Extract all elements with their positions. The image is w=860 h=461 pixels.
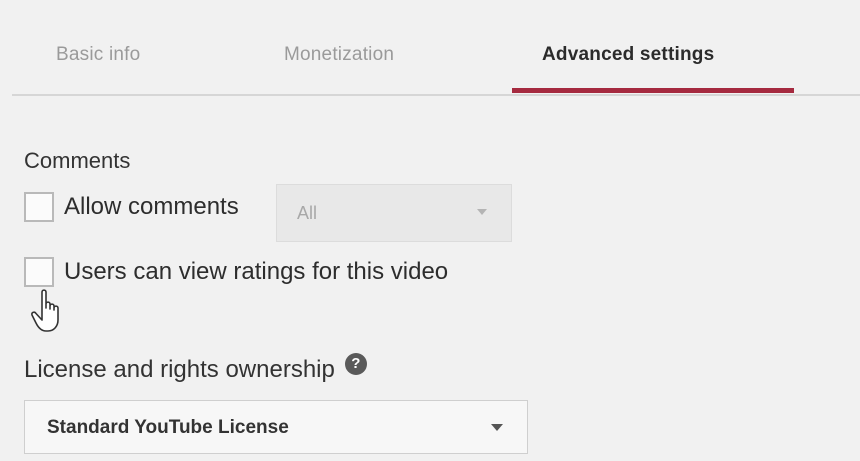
hand-pointer-icon bbox=[31, 289, 59, 332]
comments-filter-value: All bbox=[297, 203, 318, 223]
tab-basic-info[interactable]: Basic info bbox=[56, 44, 140, 66]
question-circle-icon[interactable]: ? bbox=[344, 353, 367, 375]
license-title-text: License and rights ownership bbox=[24, 356, 335, 383]
chevron-down-icon bbox=[491, 424, 503, 431]
ratings-visibility-checkbox[interactable] bbox=[24, 257, 54, 287]
comments-filter-select[interactable]: All bbox=[276, 184, 512, 242]
tab-bar: Basic info Monetization Advanced setting… bbox=[12, 10, 860, 96]
tab-advanced-settings[interactable]: Advanced settings bbox=[542, 44, 714, 66]
allow-comments-label: Allow comments bbox=[64, 193, 239, 220]
ratings-visibility-row: Users can view ratings for this video bbox=[24, 257, 448, 287]
active-tab-indicator bbox=[512, 88, 794, 93]
ratings-visibility-label: Users can view ratings for this video bbox=[64, 258, 449, 285]
chevron-down-icon bbox=[477, 209, 487, 215]
comments-section-title: Comments bbox=[24, 148, 131, 173]
license-section-title: License and rights ownership ? bbox=[24, 353, 367, 384]
license-select-value: Standard YouTube License bbox=[47, 417, 289, 438]
license-select[interactable]: Standard YouTube License bbox=[24, 400, 528, 454]
tab-monetization[interactable]: Monetization bbox=[284, 44, 394, 66]
allow-comments-checkbox[interactable] bbox=[24, 192, 54, 222]
allow-comments-row: Allow comments bbox=[24, 192, 239, 222]
